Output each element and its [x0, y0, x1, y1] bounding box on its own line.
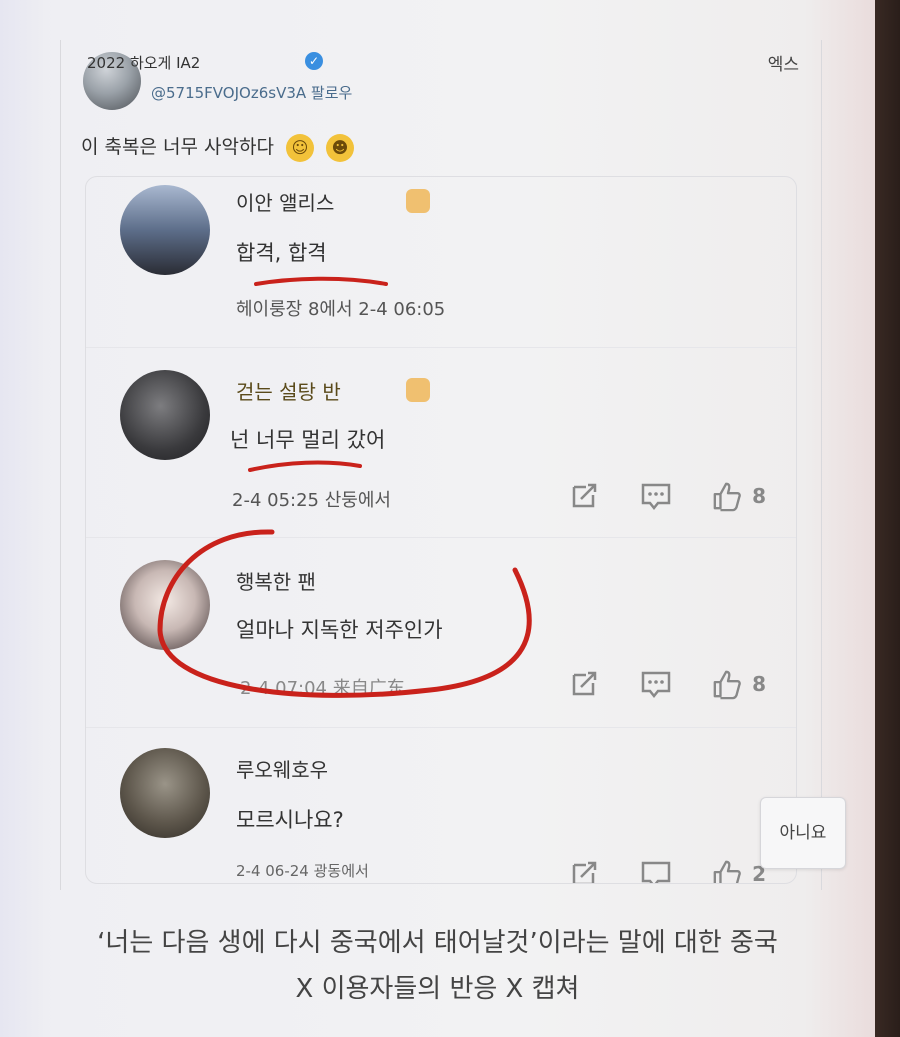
- red-underline-mark: [248, 460, 362, 472]
- caption-line-2: X 이용자들의 반응 X 캡쳐: [295, 974, 580, 1004]
- quoted-comments-box: 이안 앨리스 합격, 합격 헤이룽장 8에서 2-4 06:05 걷는 설탕 반…: [85, 176, 797, 884]
- share-icon[interactable]: [568, 668, 600, 700]
- comment-avatar[interactable]: [120, 560, 210, 650]
- comment-actions: 2: [568, 858, 766, 883]
- platform-label: 엑스: [767, 55, 799, 75]
- comment-meta: 2-4 07:04 来自广东: [240, 678, 405, 699]
- no-button[interactable]: 아니요: [760, 797, 846, 869]
- verified-badge-icon: ✓: [305, 52, 323, 70]
- reply-icon[interactable]: [640, 668, 672, 700]
- user-badge-icon: [406, 378, 430, 402]
- screenshot-sheet: 2022 하오게 IA2 ✓ @5715FVOJOz6sV3A 팔로우 엑스 이…: [0, 0, 875, 1037]
- post-text-content: 이 축복은 너무 사악하다: [81, 136, 274, 158]
- comment-meta: 헤이룽장 8에서 2-4 06:05: [236, 299, 446, 320]
- reply-icon[interactable]: [640, 480, 672, 512]
- smiling-face-icon: ☻: [326, 133, 355, 162]
- poster-name[interactable]: 2022 하오게 IA2: [87, 52, 200, 73]
- caption-line-1: ‘너는 다음 생에 다시 중국에서 태어날것’이라는 말에 대한 중국: [97, 928, 778, 958]
- comment-text: 넌 너무 멀리 갔어: [230, 428, 386, 452]
- image-caption: ‘너는 다음 생에 다시 중국에서 태어날것’이라는 말에 대한 중국 X 이용…: [0, 920, 875, 1012]
- comment-avatar[interactable]: [120, 185, 210, 275]
- comment-item: 이안 앨리스 합격, 합격 헤이룽장 8에서 2-4 06:05: [86, 177, 796, 347]
- comment-text: 합격, 합격: [236, 241, 327, 265]
- post-card: 2022 하오게 IA2 ✓ @5715FVOJOz6sV3A 팔로우 엑스 이…: [60, 40, 822, 890]
- poster-handle[interactable]: @5715FVOJOz6sV3A 팔로우: [151, 82, 352, 103]
- comment-author[interactable]: 루오웨호우: [236, 754, 328, 783]
- comment-text: 얼마나 지독한 저주인가: [236, 618, 443, 642]
- comment-actions: 8: [568, 668, 766, 700]
- share-icon[interactable]: [568, 858, 600, 883]
- like-icon[interactable]: [712, 480, 744, 512]
- comment-item: 행복한 팬 얼마나 지독한 저주인가 2-4 07:04 来自广东 8: [86, 537, 796, 728]
- comment-author[interactable]: 행복한 팬: [236, 566, 316, 595]
- like-count: 8: [752, 672, 766, 696]
- like-count: 8: [752, 484, 766, 508]
- comment-avatar[interactable]: [120, 748, 210, 838]
- post-text: 이 축복은 너무 사악하다 ☺ ☻: [81, 132, 355, 162]
- red-underline-mark: [254, 276, 388, 286]
- comment-item: 루오웨호우 모르시나요? 2-4 06-24 광동에서 2: [86, 727, 796, 883]
- comment-text: 모르시나요?: [236, 808, 344, 832]
- comment-item: 걷는 설탕 반 넌 너무 멀리 갔어 2-4 05:25 산둥에서 8: [86, 347, 796, 538]
- comment-meta: 2-4 05:25 산둥에서: [232, 490, 391, 511]
- reply-icon[interactable]: [640, 858, 672, 883]
- comment-meta: 2-4 06-24 광동에서: [236, 862, 369, 880]
- comment-author[interactable]: 걷는 설탕 반: [236, 376, 341, 405]
- comment-author[interactable]: 이안 앨리스: [236, 187, 334, 216]
- drooling-face-icon: ☺: [285, 133, 314, 162]
- like-icon[interactable]: [712, 858, 744, 883]
- comment-avatar[interactable]: [120, 370, 210, 460]
- user-badge-icon: [406, 189, 430, 213]
- like-icon[interactable]: [712, 668, 744, 700]
- share-icon[interactable]: [568, 480, 600, 512]
- comment-actions: 8: [568, 480, 766, 512]
